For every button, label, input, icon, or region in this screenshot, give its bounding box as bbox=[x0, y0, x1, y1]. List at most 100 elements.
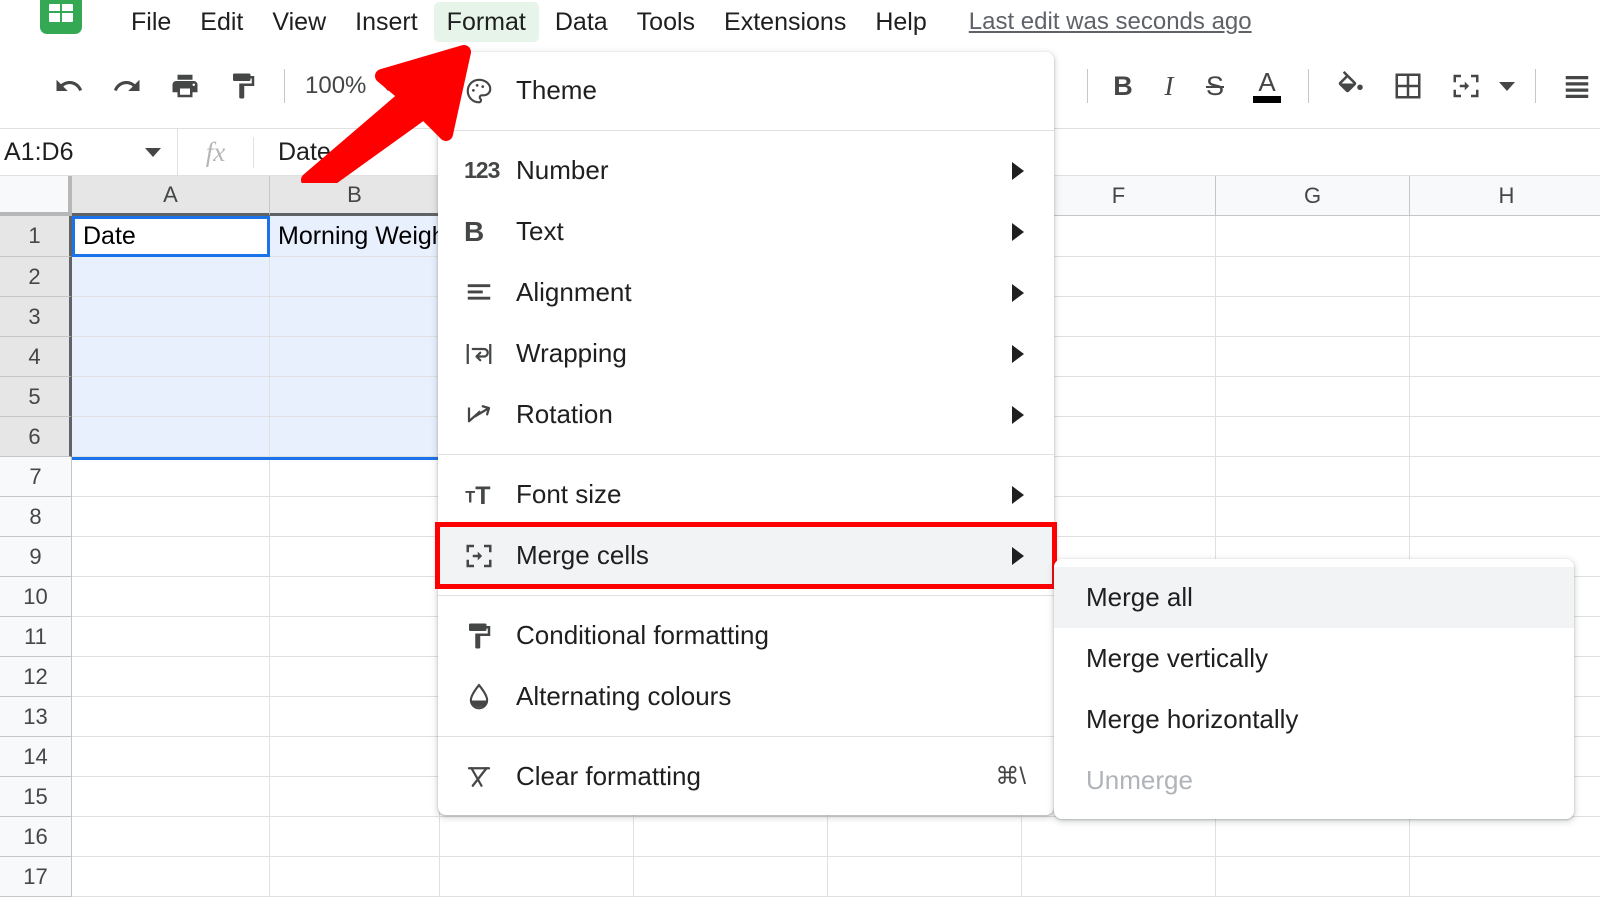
print-icon[interactable] bbox=[162, 63, 208, 109]
cell-a7[interactable] bbox=[72, 457, 270, 497]
name-box[interactable]: A1:D6 bbox=[0, 129, 178, 176]
cell-e16[interactable] bbox=[828, 817, 1022, 857]
strikethrough-button[interactable]: S bbox=[1192, 71, 1238, 102]
cell-a10[interactable] bbox=[72, 577, 270, 617]
cell-f16[interactable] bbox=[1022, 817, 1216, 857]
paint-format-icon[interactable] bbox=[220, 63, 266, 109]
format-menu-item-number[interactable]: 123Number bbox=[438, 140, 1054, 201]
cell-h3[interactable] bbox=[1410, 297, 1600, 337]
cell-h7[interactable] bbox=[1410, 457, 1600, 497]
borders-icon[interactable] bbox=[1385, 63, 1431, 109]
cell-a8[interactable] bbox=[72, 497, 270, 537]
format-menu-item-clear-formatting[interactable]: Clear formatting⌘\ bbox=[438, 746, 1054, 807]
cell-g16[interactable] bbox=[1216, 817, 1410, 857]
cell-a5[interactable] bbox=[72, 377, 270, 417]
row-header-11[interactable]: 11 bbox=[0, 617, 72, 657]
cell-b10[interactable] bbox=[270, 577, 440, 617]
cell-b11[interactable] bbox=[270, 617, 440, 657]
merge-cells-icon[interactable] bbox=[1443, 63, 1489, 109]
row-header-5[interactable]: 5 bbox=[0, 377, 72, 417]
cell-a3[interactable] bbox=[72, 297, 270, 337]
format-menu-item-font-size[interactable]: TTFont size bbox=[438, 464, 1054, 525]
menu-item-extensions[interactable]: Extensions bbox=[711, 2, 859, 42]
last-edit-status[interactable]: Last edit was seconds ago bbox=[969, 8, 1252, 36]
cell-h17[interactable] bbox=[1410, 857, 1600, 897]
undo-icon[interactable] bbox=[46, 63, 92, 109]
cell-a9[interactable] bbox=[72, 537, 270, 577]
cell-g1[interactable] bbox=[1216, 216, 1410, 257]
format-menu-item-merge-cells[interactable]: Merge cells bbox=[438, 525, 1054, 586]
cell-h16[interactable] bbox=[1410, 817, 1600, 857]
row-header-10[interactable]: 10 bbox=[0, 577, 72, 617]
cell-c17[interactable] bbox=[440, 857, 634, 897]
row-header-7[interactable]: 7 bbox=[0, 457, 72, 497]
format-menu-item-conditional-formatting[interactable]: Conditional formatting bbox=[438, 605, 1054, 666]
select-all-corner[interactable] bbox=[0, 176, 72, 216]
menu-item-tools[interactable]: Tools bbox=[624, 2, 708, 42]
text-color-button[interactable]: A bbox=[1244, 63, 1290, 109]
format-menu-item-text[interactable]: BText bbox=[438, 201, 1054, 262]
row-header-13[interactable]: 13 bbox=[0, 697, 72, 737]
cell-a17[interactable] bbox=[72, 857, 270, 897]
row-header-16[interactable]: 16 bbox=[0, 817, 72, 857]
cell-a1[interactable]: Date bbox=[72, 216, 270, 257]
cell-b5[interactable] bbox=[270, 377, 440, 417]
menu-item-help[interactable]: Help bbox=[862, 2, 939, 42]
cell-b7[interactable] bbox=[270, 457, 440, 497]
redo-icon[interactable] bbox=[104, 63, 150, 109]
row-header-17[interactable]: 17 bbox=[0, 857, 72, 897]
menu-item-data[interactable]: Data bbox=[542, 2, 621, 42]
row-header-6[interactable]: 6 bbox=[0, 417, 72, 457]
cell-b6[interactable] bbox=[270, 417, 440, 457]
cell-h8[interactable] bbox=[1410, 497, 1600, 537]
row-header-14[interactable]: 14 bbox=[0, 737, 72, 777]
cell-h5[interactable] bbox=[1410, 377, 1600, 417]
merge-cells-dropdown-icon[interactable] bbox=[1499, 82, 1515, 91]
cell-b4[interactable] bbox=[270, 337, 440, 377]
format-menu-item-theme[interactable]: Theme bbox=[438, 60, 1054, 121]
cell-b8[interactable] bbox=[270, 497, 440, 537]
cell-h6[interactable] bbox=[1410, 417, 1600, 457]
cell-b12[interactable] bbox=[270, 657, 440, 697]
column-header-a[interactable]: A bbox=[72, 176, 270, 216]
column-header-g[interactable]: G bbox=[1216, 176, 1410, 216]
cell-b2[interactable] bbox=[270, 257, 440, 297]
cell-d17[interactable] bbox=[634, 857, 828, 897]
row-header-15[interactable]: 15 bbox=[0, 777, 72, 817]
bold-button[interactable]: B bbox=[1100, 71, 1146, 102]
cell-c16[interactable] bbox=[440, 817, 634, 857]
column-header-b[interactable]: B bbox=[270, 176, 440, 216]
cell-b13[interactable] bbox=[270, 697, 440, 737]
cell-a4[interactable] bbox=[72, 337, 270, 377]
cell-a13[interactable] bbox=[72, 697, 270, 737]
cell-a15[interactable] bbox=[72, 777, 270, 817]
cell-a14[interactable] bbox=[72, 737, 270, 777]
cell-d16[interactable] bbox=[634, 817, 828, 857]
format-menu-item-alternating-colours[interactable]: Alternating colours bbox=[438, 666, 1054, 727]
format-menu-item-wrapping[interactable]: Wrapping bbox=[438, 323, 1054, 384]
menu-item-insert[interactable]: Insert bbox=[342, 2, 431, 42]
horizontal-align-icon[interactable] bbox=[1554, 63, 1600, 109]
row-header-4[interactable]: 4 bbox=[0, 337, 72, 377]
cell-g17[interactable] bbox=[1216, 857, 1410, 897]
cell-h1[interactable] bbox=[1410, 216, 1600, 257]
cell-b15[interactable] bbox=[270, 777, 440, 817]
cell-b14[interactable] bbox=[270, 737, 440, 777]
zoom-selector[interactable]: 100% bbox=[297, 72, 404, 100]
cell-g4[interactable] bbox=[1216, 337, 1410, 377]
cell-h2[interactable] bbox=[1410, 257, 1600, 297]
cell-b1[interactable]: Morning Weight bbox=[270, 216, 440, 257]
cell-g7[interactable] bbox=[1216, 457, 1410, 497]
row-header-1[interactable]: 1 bbox=[0, 216, 72, 257]
merge-submenu-item-merge-horizontally[interactable]: Merge horizontally bbox=[1054, 689, 1574, 750]
cell-b9[interactable] bbox=[270, 537, 440, 577]
row-header-9[interactable]: 9 bbox=[0, 537, 72, 577]
column-header-h[interactable]: H bbox=[1410, 176, 1600, 216]
fill-color-icon[interactable] bbox=[1327, 63, 1373, 109]
cell-b3[interactable] bbox=[270, 297, 440, 337]
italic-button[interactable]: I bbox=[1146, 71, 1192, 102]
cell-a6[interactable] bbox=[72, 417, 270, 457]
cell-a2[interactable] bbox=[72, 257, 270, 297]
menu-item-view[interactable]: View bbox=[259, 2, 339, 42]
format-menu-item-rotation[interactable]: Rotation bbox=[438, 384, 1054, 445]
